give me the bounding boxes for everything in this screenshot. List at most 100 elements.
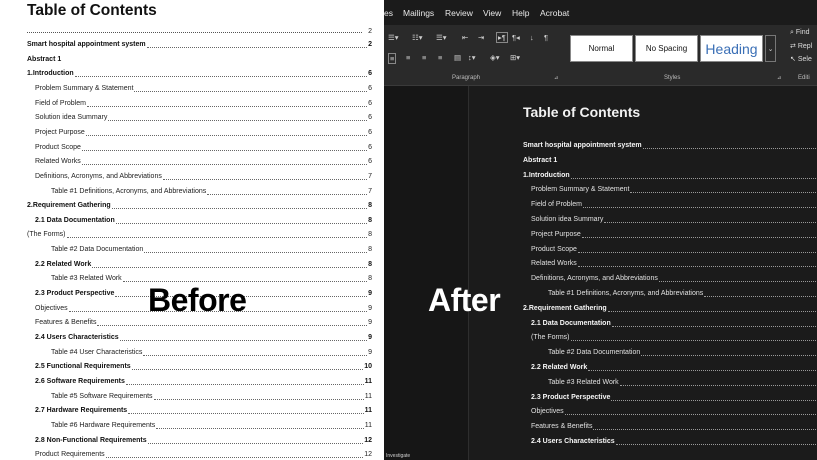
dot-leader xyxy=(147,442,364,444)
bullets-icon[interactable]: ☰▾ xyxy=(388,33,399,42)
toc-entry[interactable]: Table #3 Related Work xyxy=(548,378,817,388)
styles-launcher-icon[interactable]: ⊿ xyxy=(777,75,781,81)
toc-entry[interactable]: (The Forms) xyxy=(531,333,817,343)
toc-entry[interactable]: 2.4 Users Characteristics xyxy=(531,437,817,447)
shading-icon[interactable]: ◈▾ xyxy=(490,53,500,62)
toc-entry[interactable]: Product Scope 6 xyxy=(35,143,372,153)
dot-leader xyxy=(593,429,817,431)
dot-leader xyxy=(611,399,817,401)
decrease-indent-icon[interactable]: ⇤ xyxy=(462,33,468,42)
toc-entry[interactable]: 2.1 Data Documentation 8 xyxy=(35,216,372,226)
toc-entry[interactable]: Table #2 Data Documentation xyxy=(548,348,817,358)
toc-entry[interactable]: Product Scope xyxy=(531,245,817,255)
toc-entry[interactable]: Abstract 1 xyxy=(523,156,817,166)
toc-entry[interactable]: 2.1 Data Documentation xyxy=(531,319,817,329)
toc-entry[interactable]: Table #5 Software Requirements 11 xyxy=(51,392,372,402)
toc-entry-text: 2.5 Functional Requirements xyxy=(35,363,131,371)
sort-icon[interactable]: ↓ xyxy=(530,33,534,42)
toc-entry[interactable]: Problem Summary & Statement 6 xyxy=(35,84,372,94)
style-no-spacing[interactable]: No Spacing xyxy=(635,35,698,62)
align-center-icon[interactable]: ≡ xyxy=(406,53,410,62)
toc-entry[interactable]: Product Requirements 12 xyxy=(35,450,372,460)
toc-entry-text: Table #2 Data Documentation xyxy=(548,349,641,357)
dot-leader xyxy=(581,236,817,238)
dot-leader xyxy=(582,207,817,209)
toc-entry[interactable]: Features & Benefits 9 xyxy=(35,318,372,328)
toc-entry[interactable]: (The Forms) 8 xyxy=(27,230,372,240)
toc-entry[interactable]: Table #1 Definitions, Acronyms, and Abbr… xyxy=(548,289,817,299)
dot-leader xyxy=(105,457,364,459)
toc-entry[interactable]: 2.2 Related Work xyxy=(531,363,817,373)
toc-entry-text: Product Scope xyxy=(35,143,81,151)
toc-entry[interactable]: Definitions, Acronyms, and Abbreviations xyxy=(531,274,817,284)
toc-entry[interactable]: 1.Introduction 6 xyxy=(27,69,372,79)
align-left-icon[interactable]: ≡ xyxy=(388,53,397,64)
line-spacing-icon[interactable]: ↕▾ xyxy=(468,53,476,62)
find-label: Find xyxy=(795,29,810,36)
increase-indent-icon[interactable]: ⇥ xyxy=(478,33,484,42)
multilevel-list-icon[interactable]: ☰▾ xyxy=(436,33,447,42)
toc-entry[interactable]: Solution idea Summary 6 xyxy=(35,113,372,123)
dot-leader xyxy=(81,149,368,151)
toc-entry[interactable]: Objectives xyxy=(531,407,817,417)
menu-acrobat[interactable]: Acrobat xyxy=(540,8,569,18)
toc-entry[interactable]: Related Works 6 xyxy=(35,157,372,167)
toc-entry[interactable]: 2.Requirement Gathering xyxy=(523,304,817,314)
toc-entry[interactable]: Table #4 User Characteristics 9 xyxy=(51,348,372,358)
rtl-icon[interactable]: ¶◂ xyxy=(512,33,520,42)
text-direction-icon[interactable]: ▸¶ xyxy=(496,32,508,43)
toc-entry[interactable]: 2.Requirement Gathering 8 xyxy=(27,201,372,211)
dot-leader xyxy=(125,383,364,385)
dot-leader xyxy=(642,148,817,149)
toc-entry[interactable]: 2.5 Functional Requirements 10 xyxy=(35,362,372,372)
page-number: 8 xyxy=(368,202,372,210)
menu-view[interactable]: View xyxy=(483,8,501,18)
page-number: 10 xyxy=(364,363,372,371)
search-icon: ⌕ xyxy=(790,29,794,36)
toc-entry[interactable]: 2.2 Related Work 8 xyxy=(35,260,372,270)
style-normal[interactable]: Normal xyxy=(570,35,633,62)
toc-entry[interactable]: Features & Benefits xyxy=(531,422,817,432)
toc-entry[interactable]: Smart hospital appointment system xyxy=(523,141,817,151)
toc-entry[interactable]: Solution idea Summary xyxy=(531,215,817,225)
toc-entry[interactable]: Table #2 Data Documentation 8 xyxy=(51,245,372,255)
toc-entry-text: Table #2 Data Documentation xyxy=(51,246,144,254)
toc-entry[interactable]: 2.3 Product Perspective xyxy=(531,393,817,403)
toc-entry[interactable]: 2.8 Non-Functional Requirements 12 xyxy=(35,436,372,446)
toc-entry[interactable]: Definitions, Acronyms, and Abbreviations… xyxy=(35,172,372,182)
toc-entry[interactable]: Related Works xyxy=(531,259,817,269)
toc-entry[interactable]: Problem Summary & Statement xyxy=(531,185,817,195)
toc-entry[interactable]: 2.6 Software Requirements 11 xyxy=(35,377,372,387)
toc-entry[interactable]: 2.7 Hardware Requirements 11 xyxy=(35,406,372,416)
replace-button[interactable]: ⇄ Repl xyxy=(790,42,812,50)
page-number: 11 xyxy=(364,407,372,415)
toc-entry[interactable]: 2.4 Users Characteristics 9 xyxy=(35,333,372,343)
select-button[interactable]: ↖ Sele xyxy=(790,55,812,63)
toc-entry[interactable]: Table #1 Definitions, Acronyms, and Abbr… xyxy=(51,187,372,197)
dot-leader xyxy=(146,47,368,48)
menu-help[interactable]: Help xyxy=(512,8,529,18)
toc-entry[interactable]: Field of Problem xyxy=(531,200,817,210)
show-formatting-icon[interactable]: ¶ xyxy=(544,33,548,42)
toc-entry-text: Features & Benefits xyxy=(531,423,593,431)
toc-entry[interactable]: 1.Introduction xyxy=(523,171,817,181)
toc-entry[interactable]: Field of Problem 6 xyxy=(35,99,372,109)
align-right-icon[interactable]: ≡ xyxy=(422,53,426,62)
borders-icon[interactable]: ⊞▾ xyxy=(510,53,520,62)
menu-mailings[interactable]: Mailings xyxy=(403,8,434,18)
style-heading[interactable]: Heading xyxy=(700,35,763,62)
toc-entry[interactable]: Project Purpose 6 xyxy=(35,128,372,138)
toc-entry[interactable]: Table #6 Hardware Requirements 11 xyxy=(51,421,372,431)
justify-icon[interactable]: ≡ xyxy=(438,53,442,62)
toc-entry[interactable]: Smart hospital appointment system 2 xyxy=(27,40,372,50)
numbering-icon[interactable]: ☷▾ xyxy=(412,33,423,42)
toc-entry-text: 2.4 Users Characteristics xyxy=(531,438,615,445)
menu-references[interactable]: es xyxy=(384,8,393,18)
menu-review[interactable]: Review xyxy=(445,8,473,18)
distributed-icon[interactable]: ▤ xyxy=(454,53,461,62)
toc-entry[interactable]: Abstract 1 xyxy=(27,55,372,65)
styles-more-icon[interactable]: ⌄ xyxy=(765,35,776,62)
toc-entry[interactable]: Project Purpose xyxy=(531,230,817,240)
find-button[interactable]: ⌕ Find xyxy=(790,29,810,37)
paragraph-launcher-icon[interactable]: ⊿ xyxy=(554,75,558,81)
